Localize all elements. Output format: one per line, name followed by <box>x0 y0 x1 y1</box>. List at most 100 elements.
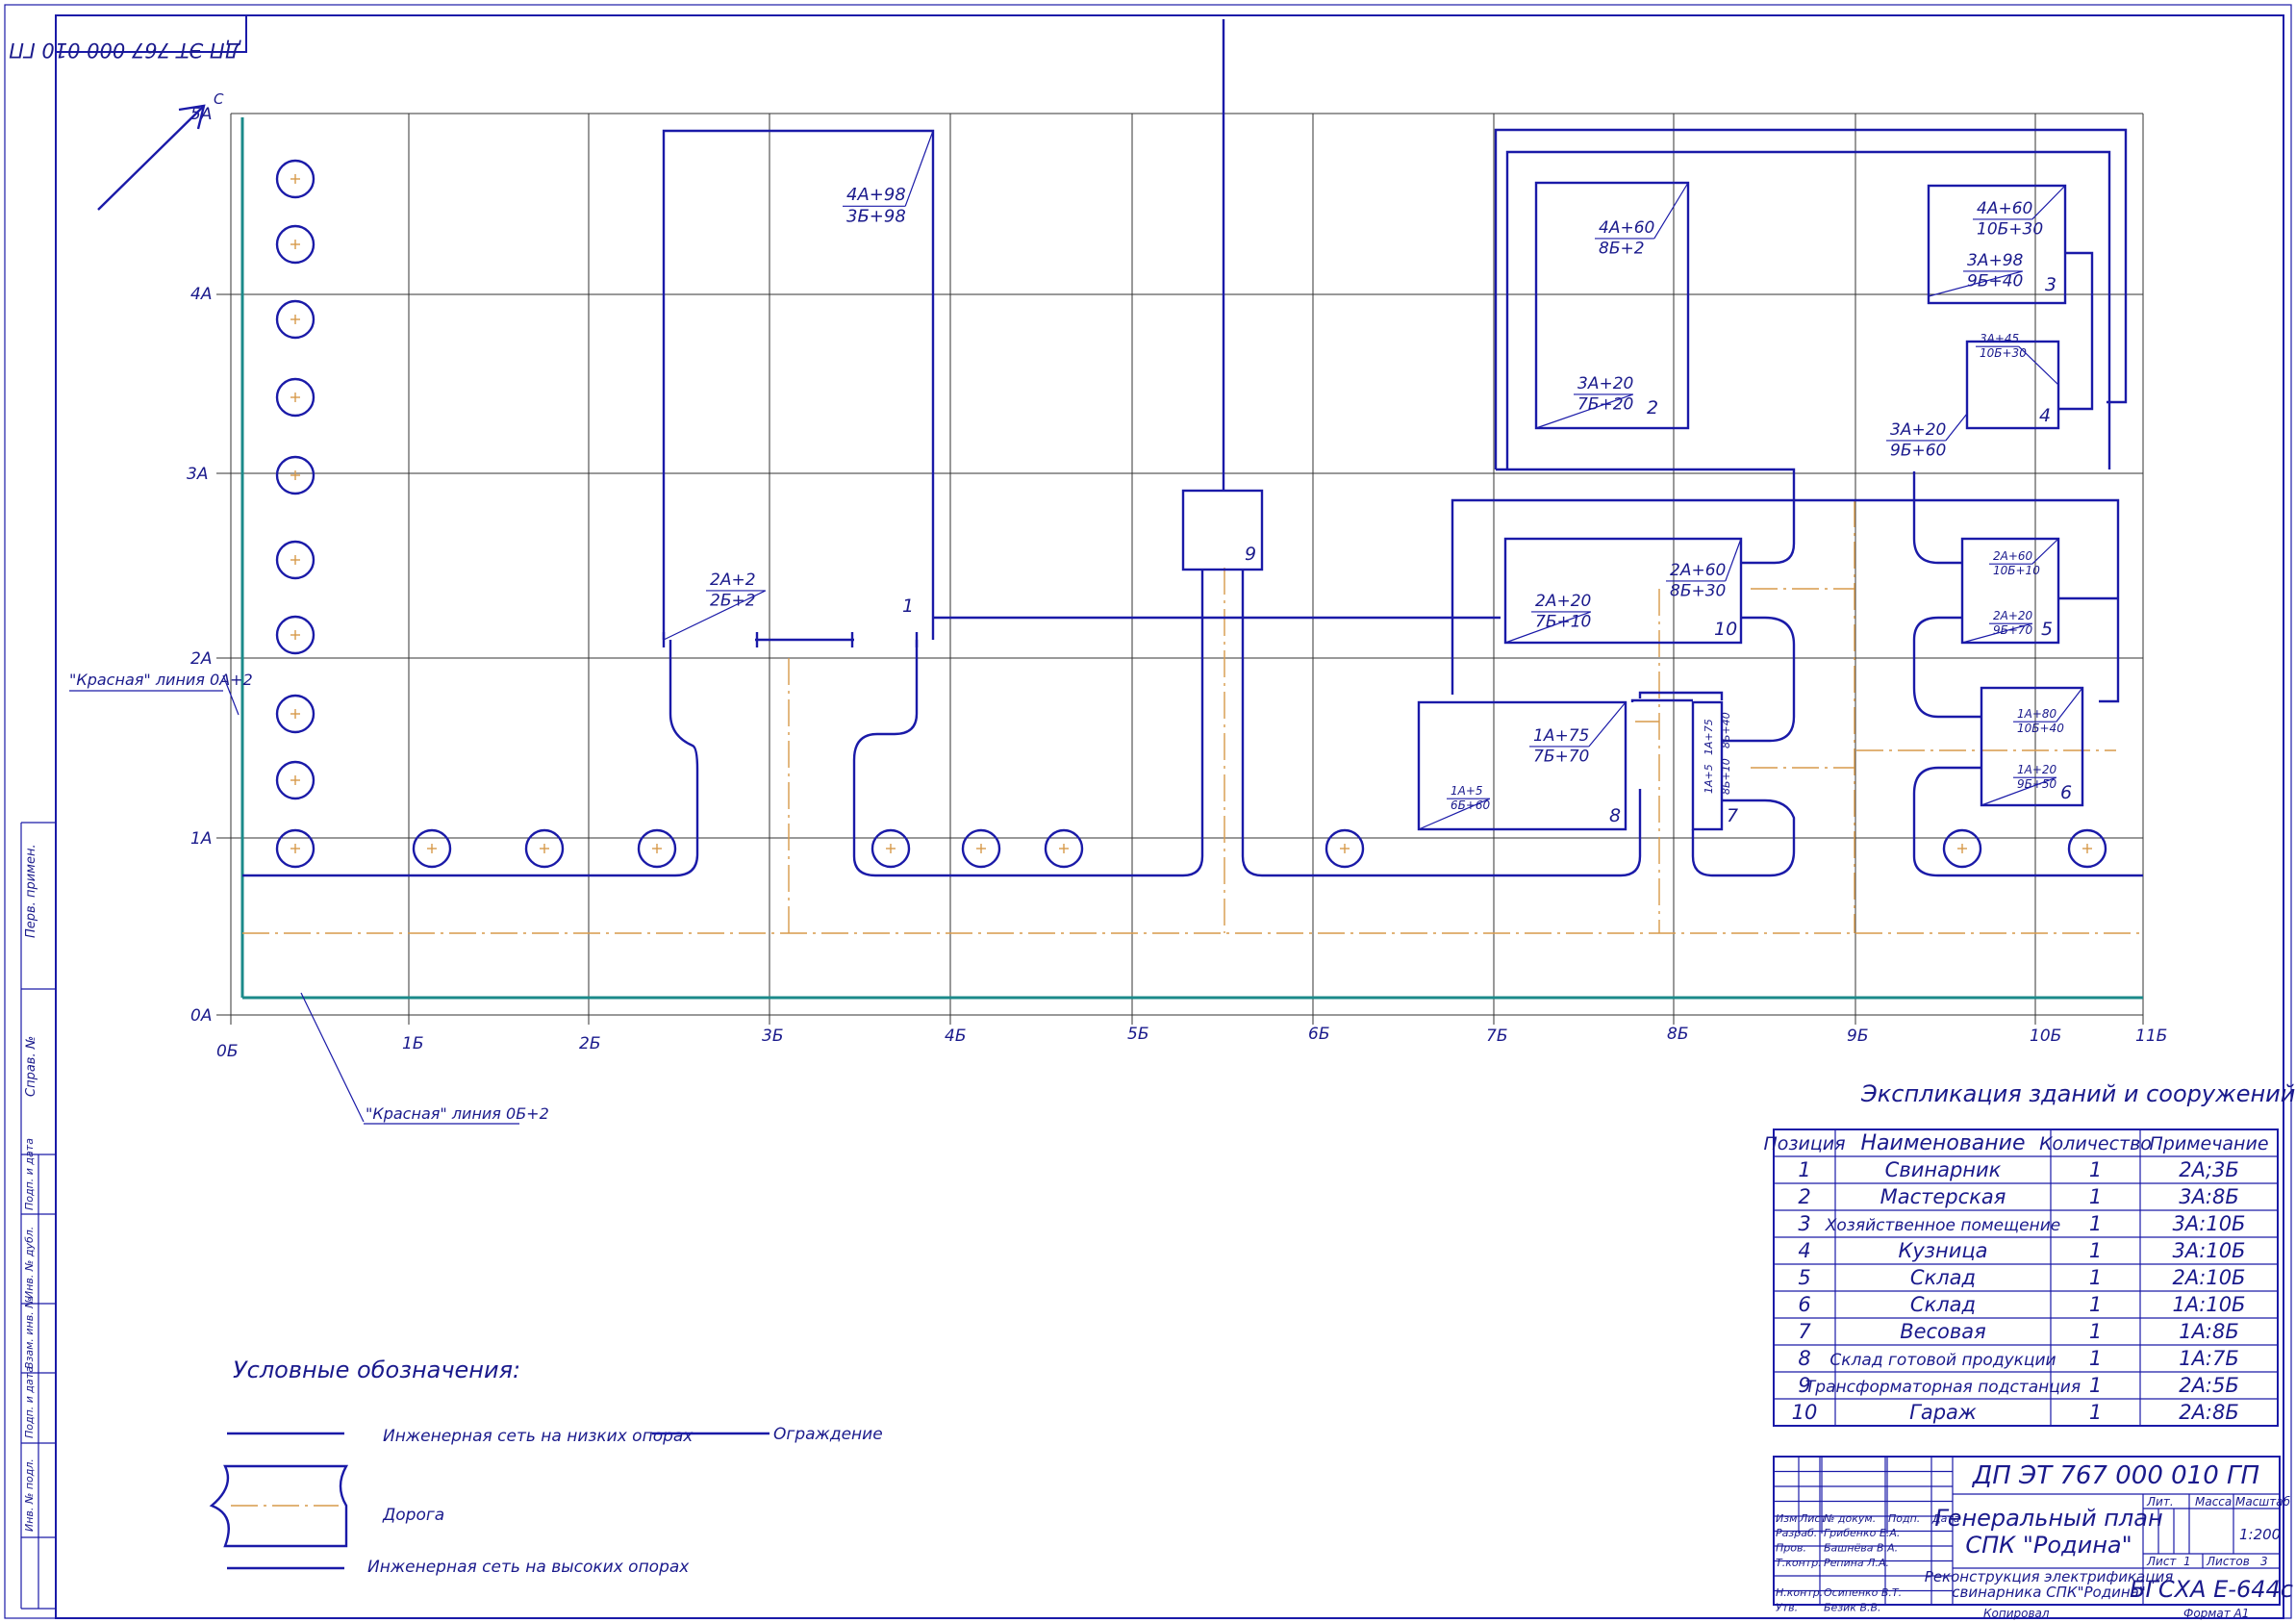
stamp-role: Т.контр. <box>1776 1557 1822 1569</box>
coordinate-grid: 0А 1А 2А 3А 4А 5А 0Б 1Б 2Б 3Б 4Б 5Б 6Б 7… <box>187 105 2167 1061</box>
building-number: 5 <box>2041 619 2053 640</box>
coordinate-value: 10Б+40 <box>2017 722 2064 735</box>
pole-icon <box>275 377 315 418</box>
building-number: 1 <box>902 596 914 617</box>
table-header: Количество <box>2039 1133 2152 1154</box>
side-margin: Перв. примен. Справ. № Подп. и дата Инв.… <box>20 822 56 1610</box>
axis-label-x: 3Б <box>762 1027 783 1046</box>
table-cell: 1А:7Б <box>2179 1347 2239 1370</box>
coordinate-value: 2А+20 <box>1993 609 2033 622</box>
coordinate-label: 3А+989Б+40 <box>1928 251 2024 297</box>
building-number: 8 <box>1609 805 1621 826</box>
stamp-sheets: 3 <box>2260 1555 2268 1568</box>
stamp-person: Башнёва В.А. <box>1824 1542 1898 1555</box>
coordinate-value: 3А+20 <box>1577 374 1633 393</box>
table-cell: 1 <box>2089 1401 2102 1424</box>
table-cell: 7 <box>1798 1320 1811 1343</box>
coordinate-value: 8Б+2 <box>1599 239 1645 258</box>
pole-icon <box>275 540 315 580</box>
building-number: 4 <box>2039 405 2051 426</box>
side-label: Инв. № подл. <box>23 1458 36 1532</box>
axis-label-x: 2Б <box>579 1034 600 1053</box>
table-header: Позиция <box>1763 1133 1845 1154</box>
legend-fence: Ограждение <box>773 1425 883 1444</box>
coordinate-value: 2А+60 <box>1670 561 1726 580</box>
stamp-sheet: 1 <box>2183 1555 2191 1568</box>
axis-label-x: 8Б <box>1667 1025 1688 1044</box>
red-line-b-label: "Красная" линия 0Б+2 <box>366 1104 549 1123</box>
coordinate-value: 9Б+60 <box>1890 441 1946 460</box>
road-axis <box>242 500 2143 934</box>
building-number: 9 <box>1245 544 1256 565</box>
coordinate-label: 3А+207Б+20 <box>1535 374 1633 429</box>
stamp-role: Н.контр. <box>1776 1586 1823 1599</box>
stamp-scale-label: Масштаб <box>2235 1495 2291 1509</box>
coordinate-value: 3А+45 <box>1980 332 2019 345</box>
stamp-role: Разраб. <box>1776 1527 1817 1539</box>
stamp-role: Утв. <box>1776 1602 1798 1614</box>
coordinate-label: 2А+209Б+70 <box>1961 609 2033 644</box>
stamp-lit: Лит. <box>2146 1495 2174 1509</box>
table-cell: 1 <box>2089 1185 2102 1208</box>
stamp-header: Подп. <box>1888 1512 1920 1525</box>
coordinate-value: 8Б+30 <box>1670 581 1726 600</box>
table-cell: Склад <box>1910 1293 1976 1316</box>
table-cell: 3А:8Б <box>2179 1185 2239 1208</box>
coordinate-label: 4А+983Б+98 <box>843 130 934 227</box>
table-cell: 1 <box>2089 1239 2102 1262</box>
axis-label-y: 2А <box>190 649 212 669</box>
pole-icon <box>1044 828 1084 869</box>
pole-icon <box>2067 828 2107 869</box>
red-lines: "Красная" линия 0А+2 "Красная" линия 0Б+… <box>69 117 2143 1125</box>
stamp-title: СПК "Родина" <box>1965 1532 2132 1559</box>
coordinate-value: 3А+20 <box>1890 420 1946 440</box>
table-cell: Трансформаторная подстанция <box>1805 1378 2081 1397</box>
coordinate-label: 3А+4510Б+30 <box>1976 332 2059 386</box>
legend-title: Условные обозначения: <box>233 1357 520 1383</box>
coordinate-value: 2А+60 <box>1993 549 2033 563</box>
table-cell: 1 <box>2089 1293 2102 1316</box>
coordinate-value: 4А+60 <box>1599 218 1654 238</box>
table-cell: 2А:8Б <box>2179 1401 2239 1424</box>
table-cell: 3А:10Б <box>2173 1239 2246 1262</box>
axis-label-x: 4Б <box>945 1027 966 1046</box>
legend: Условные обозначения: Инженерная сеть на… <box>209 1357 883 1577</box>
axis-label-x: 6Б <box>1308 1025 1329 1044</box>
legend-high-poles: Инженерная сеть на высоких опорах <box>367 1558 690 1577</box>
table-cell: 3 <box>1798 1212 1810 1235</box>
coordinate-value: 10Б+10 <box>1993 564 2040 577</box>
pole-icon <box>524 828 565 869</box>
pole-icon <box>961 828 1001 869</box>
stamp-scale: 1:200 <box>2239 1526 2281 1543</box>
table-cell: Гараж <box>1909 1401 1977 1424</box>
table-header: Примечание <box>2149 1133 2268 1154</box>
red-line-a-label: "Красная" линия 0А+2 <box>69 671 253 689</box>
building-number: 10 <box>1714 619 1737 640</box>
coordinate-label: 4А+6010Б+30 <box>1973 185 2066 239</box>
building-number: 6 <box>2060 782 2072 803</box>
stamp-sheet-label: Лист <box>2146 1555 2177 1568</box>
stamp-header: № докум. <box>1823 1512 1876 1525</box>
coordinate-value: 9Б+40 <box>1967 271 2023 291</box>
table-cell: 1А:8Б <box>2179 1320 2239 1343</box>
table-cell: Мастерская <box>1880 1185 2006 1208</box>
axis-label-y: 1А <box>190 829 212 849</box>
engineering-network <box>242 19 2143 877</box>
table-cell: Склад <box>1910 1266 1976 1289</box>
coordinate-value: 2А+20 <box>1535 592 1591 611</box>
building-labels: 1 2 3 4 5 6 7 8 9 10 <box>902 274 2072 826</box>
table-cell: 1 <box>2089 1212 2102 1235</box>
stamp-org: БГСХА Е-644с <box>2130 1576 2293 1603</box>
pole-icon <box>275 615 315 655</box>
axis-label-x: 5Б <box>1127 1025 1148 1044</box>
stamp-format: Формат А1 <box>2183 1607 2249 1620</box>
legend-low-poles: Инженерная сеть на низких опорах <box>383 1427 694 1446</box>
pole-icon <box>1942 828 1982 869</box>
pole-icon <box>275 694 315 734</box>
table-cell: 4 <box>1798 1239 1810 1262</box>
stamp-copied: Копировал <box>1983 1607 2050 1620</box>
coordinate-value: 4А+60 <box>1977 199 2032 218</box>
table-cell: Хозяйственное помещение <box>1825 1216 2060 1235</box>
pole-icon <box>275 224 315 265</box>
building-number: 2 <box>1647 397 1658 418</box>
